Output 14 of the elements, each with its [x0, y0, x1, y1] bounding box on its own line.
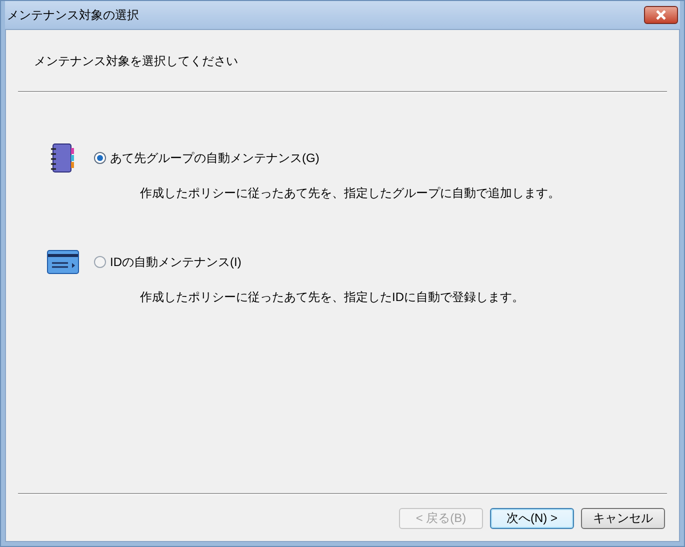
close-button[interactable]	[644, 6, 678, 24]
radio-option[interactable]: IDの自動メンテナンス(I)	[94, 253, 242, 271]
close-icon	[655, 10, 667, 20]
notebook-icon	[50, 143, 76, 173]
dialog-button[interactable]: キャンセル	[581, 508, 665, 528]
radio-button[interactable]	[94, 256, 106, 268]
radio-option[interactable]: あて先グループの自動メンテナンス(G)	[94, 149, 320, 167]
dialog-button[interactable]: 次へ(N) >	[490, 508, 574, 528]
card-icon	[47, 250, 79, 274]
option-description: 作成したポリシーに従ったあて先を、指定したIDに自動で登録します。	[140, 290, 524, 304]
radio-button[interactable]	[94, 152, 106, 164]
window-title: メンテナンス対象の選択	[7, 7, 139, 24]
instruction-text: メンテナンス対象を選択してください	[34, 52, 238, 70]
option-description: 作成したポリシーに従ったあて先を、指定したグループに自動で追加します。	[140, 186, 560, 200]
